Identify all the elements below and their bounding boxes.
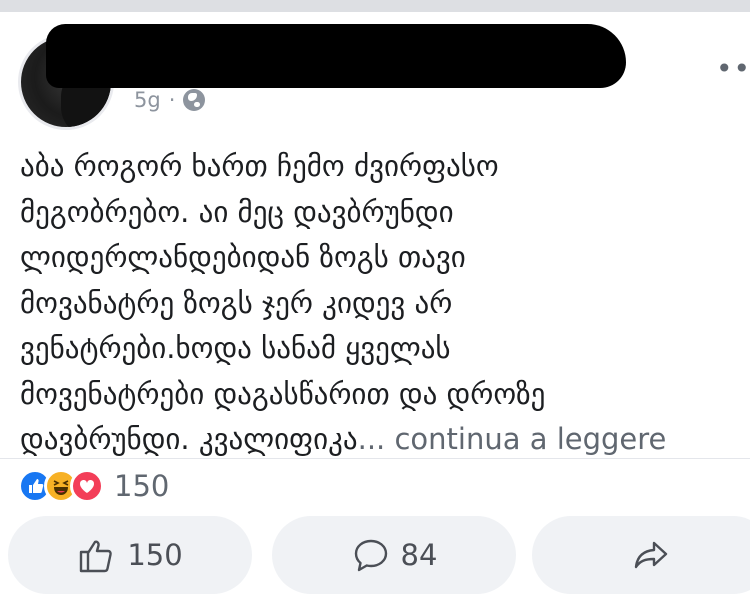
see-more-link[interactable]: continua a leggere [385,422,666,456]
divider [0,458,750,459]
post-time[interactable]: 5g [134,88,161,112]
post-text-line: მეგობრებო. აი მეც დავბრუნდი [20,194,454,229]
share-icon [634,541,668,569]
meta-separator: · [168,88,176,112]
post-header: 5g · •• [0,12,750,130]
redacted-author-name [46,24,626,88]
post-text-line: ლიდერლანდებიდან ზოგს თავი [20,240,466,274]
post-text: აბა როგორ ხართ ჩემო ძვირფასო მეგობრებო. … [20,144,748,463]
post-text-last-line: დავბრუნდი. კვალიფიკა... continua a legge… [20,417,748,463]
post-text-line: დავბრუნდი. კვალიფიკა [20,422,358,456]
comment-icon [354,539,387,572]
globe-icon [183,89,206,111]
thumbs-up-icon [80,540,113,573]
comment-button[interactable]: 84 [272,516,516,594]
share-button[interactable] [532,516,750,594]
post-text-line: აბა როგორ ხართ ჩემო ძვირფასო [20,149,499,183]
reactions-summary[interactable]: 150 [18,468,169,504]
ellipsis: ... [357,422,386,456]
comment-count: 84 [400,538,438,572]
more-options-icon[interactable]: •• [716,52,750,85]
like-count: 150 [127,538,183,572]
like-button[interactable]: 150 [8,516,252,594]
action-bar: 150 84 [0,516,750,596]
post-text-line: ვენატრები.ხოდა სანამ ყველას [20,331,451,365]
reaction-count: 150 [114,469,170,503]
post-meta: 5g · [134,88,206,112]
post-text-line: მოვანატრე ზოგს ჯერ კიდევ არ [20,285,453,320]
post-text-line: მოვენატრები დაგასწარით და დროზე [20,376,546,411]
top-separator [0,0,750,12]
love-reaction-icon [70,469,104,503]
